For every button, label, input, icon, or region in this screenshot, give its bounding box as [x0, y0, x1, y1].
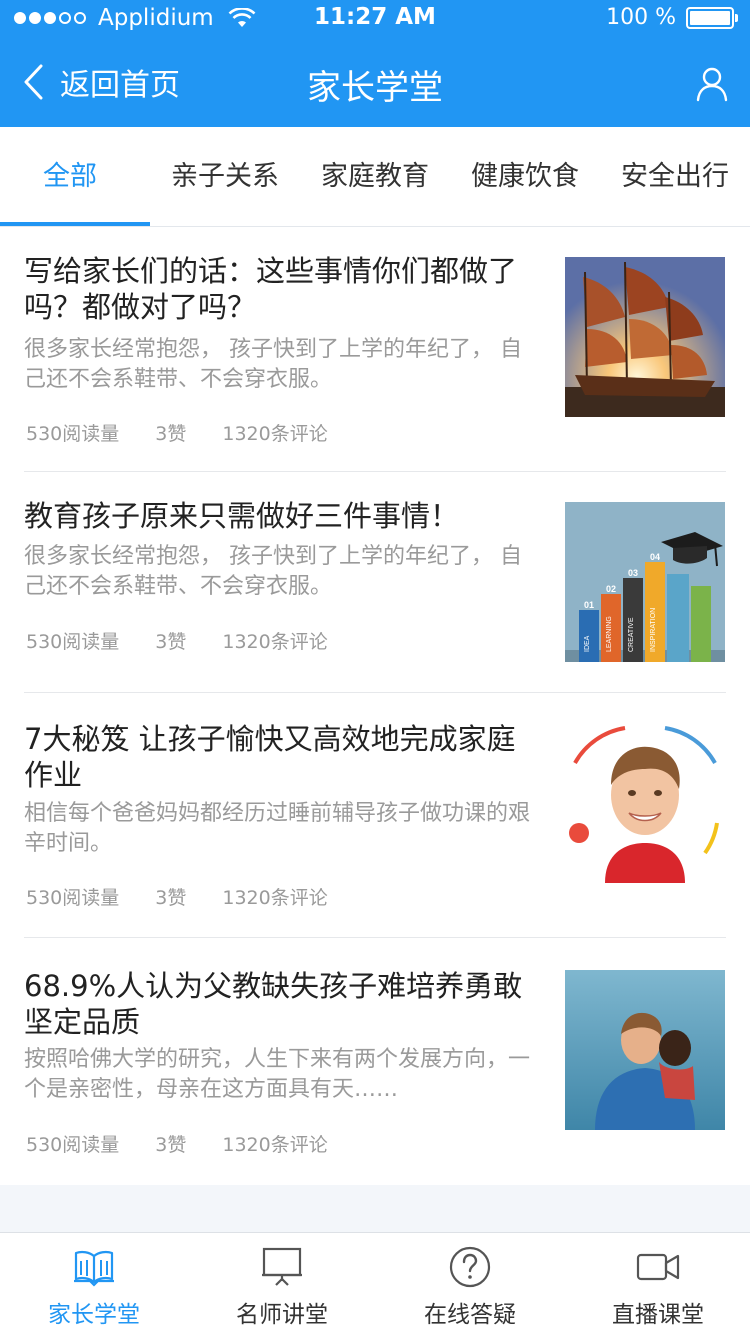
- page: Applidium 11:27 AM 100 % 返回首页 家长学堂 全部 亲子…: [0, 0, 750, 1334]
- article-thumbnail: [565, 970, 725, 1130]
- book-number: 03: [628, 568, 638, 578]
- bottom-tab-parent-school[interactable]: 家长学堂: [0, 1233, 188, 1334]
- article-meta: 530阅读量 3赞 1320条评论: [26, 1130, 364, 1157]
- book-spine-label: LEARNING: [606, 616, 613, 652]
- article-thumbnail: [565, 723, 725, 883]
- article-thumbnail: 01 02 03 04 IDEA LEARNING CREATIVE INSPI…: [565, 502, 725, 662]
- read-count: 530阅读量: [26, 423, 120, 445]
- presentation-icon: [262, 1247, 302, 1286]
- bottom-tab-online-qa[interactable]: 在线答疑: [376, 1233, 564, 1334]
- category-tabs: 全部 亲子关系 家庭教育 健康饮食 安全出行: [0, 127, 750, 227]
- active-tab-indicator: [0, 222, 150, 226]
- article-meta: 530阅读量 3赞 1320条评论: [26, 883, 364, 910]
- book-number: 04: [650, 552, 660, 562]
- read-count: 530阅读量: [26, 887, 120, 909]
- like-count: 3赞: [155, 631, 187, 653]
- article-description: 相信每个爸爸妈妈都经历过睡前辅导孩子做功课的艰辛时间。: [24, 801, 531, 856]
- article-list: 写给家长们的话：这些事情你们都做了吗？都做对了吗？ 很多家长经常抱怨， 孩子快到…: [0, 227, 750, 1185]
- read-count: 530阅读量: [26, 1134, 120, 1156]
- article-thumbnail: [565, 257, 725, 417]
- comment-count: 1320条评论: [222, 631, 328, 653]
- sailing-ships-image: [565, 257, 725, 417]
- battery-icon: [686, 6, 738, 29]
- read-count: 530阅读量: [26, 631, 120, 653]
- books-graduation-cap-image: 01 02 03 04 IDEA LEARNING CREATIVE INSPI…: [565, 502, 725, 662]
- bottom-tab-bar: 家长学堂 名师讲堂 在线答疑 直播课堂: [0, 1232, 750, 1334]
- article-item[interactable]: 写给家长们的话：这些事情你们都做了吗？都做对了吗？ 很多家长经常抱怨， 孩子快到…: [0, 227, 750, 472]
- bottom-tab-label: 直播课堂: [612, 1302, 704, 1328]
- status-bar: Applidium 11:27 AM 100 %: [0, 0, 750, 38]
- book-number: 02: [606, 584, 616, 594]
- tab-family-education[interactable]: 家庭教育: [300, 127, 450, 227]
- like-count: 3赞: [155, 887, 187, 909]
- bottom-tab-label: 在线答疑: [424, 1302, 516, 1328]
- book-spine-label: CREATIVE: [628, 617, 635, 652]
- like-count: 3赞: [155, 1134, 187, 1156]
- article-item[interactable]: 7大秘笈 让孩子愉快又高效地完成家庭作业 相信每个爸爸妈妈都经历过睡前辅导孩子做…: [0, 693, 750, 938]
- book-spine-label: IDEA: [584, 635, 591, 652]
- status-right: 100 %: [606, 5, 738, 30]
- bottom-tab-teacher-lecture[interactable]: 名师讲堂: [188, 1233, 376, 1334]
- bottom-tab-live-class[interactable]: 直播课堂: [564, 1233, 750, 1334]
- article-description: 按照哈佛大学的研究，人生下来有两个发展方向，一个是亲密性，母亲在这方面具有天……: [24, 1047, 531, 1102]
- father-and-child-image: [565, 970, 725, 1130]
- question-icon: [449, 1246, 491, 1288]
- book-number: 01: [584, 600, 594, 610]
- article-title: 写给家长们的话：这些事情你们都做了吗？都做对了吗？: [24, 254, 518, 324]
- user-icon[interactable]: [696, 66, 728, 102]
- tab-all[interactable]: 全部: [0, 127, 140, 227]
- article-description: 很多家长经常抱怨， 孩子快到了上学的年纪了， 自己还不会系鞋带、不会穿衣服。: [24, 337, 522, 392]
- tab-parent-child[interactable]: 亲子关系: [150, 127, 300, 227]
- video-camera-icon: [636, 1253, 680, 1281]
- article-title: 68.9%人认为父教缺失孩子难培养勇敢坚定品质: [24, 969, 523, 1039]
- book-spine-label: INSPIRATION: [650, 608, 657, 652]
- tab-healthy-diet[interactable]: 健康饮食: [450, 127, 600, 227]
- article-title: 7大秘笈 让孩子愉快又高效地完成家庭作业: [24, 722, 516, 792]
- top-bar: Applidium 11:27 AM 100 % 返回首页 家长学堂: [0, 0, 750, 127]
- article-item[interactable]: 教育孩子原来只需做好三件事情！ 很多家长经常抱怨， 孩子快到了上学的年纪了， 自…: [0, 472, 750, 693]
- comment-count: 1320条评论: [222, 887, 328, 909]
- tab-safe-travel[interactable]: 安全出行: [600, 127, 750, 227]
- like-count: 3赞: [155, 423, 187, 445]
- comment-count: 1320条评论: [222, 1134, 328, 1156]
- article-meta: 530阅读量 3赞 1320条评论: [26, 419, 364, 446]
- bottom-tab-label: 名师讲堂: [236, 1302, 328, 1328]
- smiling-boy-image: [565, 723, 725, 883]
- article-description: 很多家长经常抱怨， 孩子快到了上学的年纪了， 自己还不会系鞋带、不会穿衣服。: [24, 544, 522, 599]
- page-title: 家长学堂: [307, 68, 443, 108]
- article-item[interactable]: 68.9%人认为父教缺失孩子难培养勇敢坚定品质 按照哈佛大学的研究，人生下来有两…: [0, 938, 750, 1185]
- article-title: 教育孩子原来只需做好三件事情！: [24, 499, 460, 533]
- book-icon: [74, 1250, 114, 1287]
- bottom-tab-label: 家长学堂: [48, 1302, 140, 1328]
- battery-percent: 100 %: [606, 5, 676, 30]
- nav-bar: 返回首页 家长学堂: [0, 44, 750, 120]
- article-meta: 530阅读量 3赞 1320条评论: [26, 627, 364, 654]
- comment-count: 1320条评论: [222, 423, 328, 445]
